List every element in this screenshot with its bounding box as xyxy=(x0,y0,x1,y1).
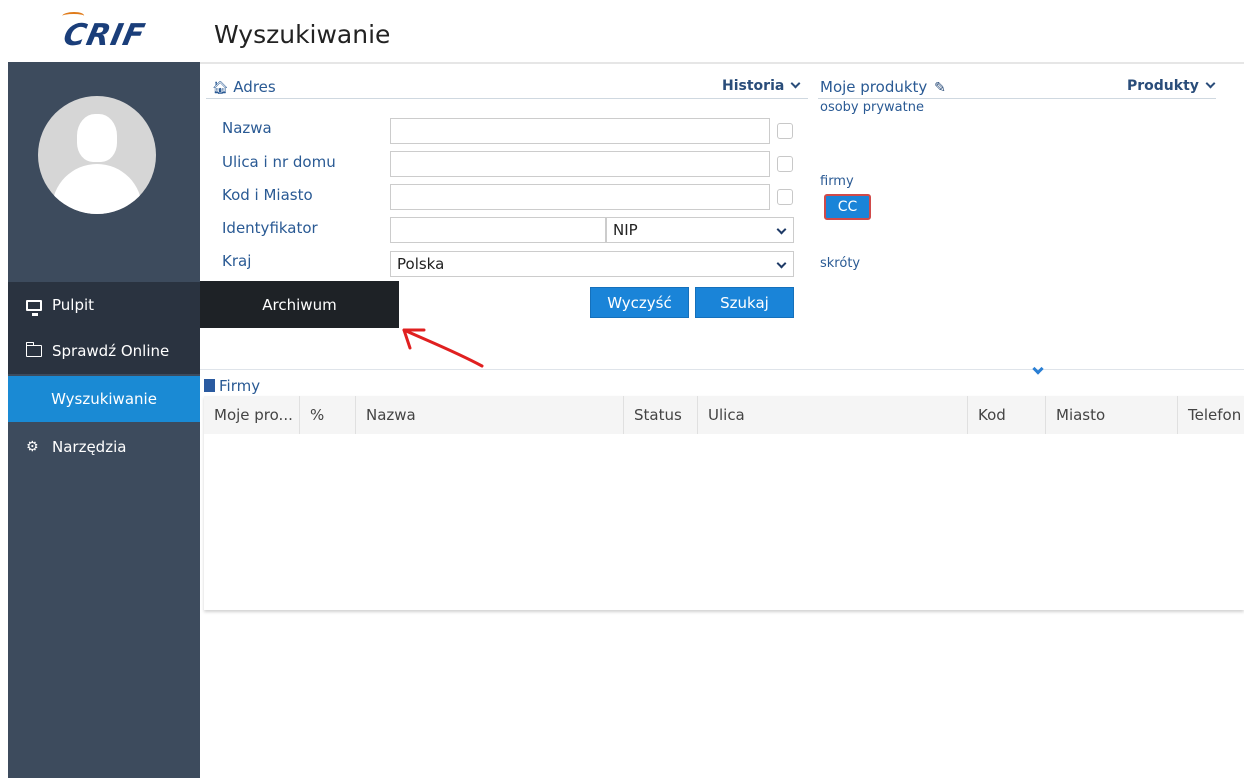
sidebar-item-sprawdz-online[interactable]: Sprawdź Online xyxy=(8,328,200,374)
column-header-telefon[interactable]: Telefon xyxy=(1178,396,1244,434)
monitor-icon xyxy=(26,299,42,316)
logo-swoosh xyxy=(60,11,85,20)
nazwa-checkbox[interactable] xyxy=(777,123,793,139)
sidebar-item-label: Pulpit xyxy=(52,296,95,314)
sidebar: Pulpit Sprawdź Online Wyszukiwanie ⚙ Nar… xyxy=(8,62,200,778)
sidebar-item-label: Sprawdź Online xyxy=(52,342,170,360)
kod-miasto-checkbox[interactable] xyxy=(777,189,793,205)
column-header-kod[interactable]: Kod xyxy=(968,396,1046,434)
header-divider xyxy=(200,62,1244,64)
building-icon xyxy=(204,379,215,392)
adres-section-title: 🏠︎ Adres xyxy=(212,78,276,98)
archiwum-menu-item[interactable]: Archiwum xyxy=(200,281,399,328)
avatar[interactable] xyxy=(38,96,156,214)
historia-label: Historia xyxy=(722,78,785,94)
crif-logo: CRIF xyxy=(59,11,149,53)
chevron-down-icon xyxy=(776,258,787,269)
field-label-identyfikator: Identyfikator xyxy=(222,219,318,237)
logo-text: CRIF xyxy=(59,17,149,53)
identyfikator-type-select[interactable]: NIP xyxy=(606,217,794,243)
historia-dropdown[interactable]: Historia xyxy=(722,78,801,94)
product-cc-button[interactable]: CC xyxy=(824,194,871,220)
avatar-body xyxy=(52,164,142,214)
home-icon: 🏠︎ xyxy=(212,81,229,96)
moje-produkty-title[interactable]: Moje produkty ✎ xyxy=(820,78,946,98)
column-header-nazwa[interactable]: Nazwa xyxy=(356,396,624,434)
identyfikator-type-value: NIP xyxy=(613,221,638,239)
field-label-kraj: Kraj xyxy=(222,252,252,270)
kraj-value: Polska xyxy=(397,255,445,273)
results-separator xyxy=(200,369,1244,370)
field-label-nazwa: Nazwa xyxy=(222,119,272,137)
page-title: Wyszukiwanie xyxy=(214,20,391,49)
sidebar-item-label: Wyszukiwanie xyxy=(51,390,157,408)
column-header-moje-produkty[interactable]: Moje pro... xyxy=(204,396,300,434)
produkty-divider xyxy=(818,98,1216,99)
results-table: Moje pro... % Nazwa Status Ulica Kod Mia… xyxy=(204,396,1244,610)
column-header-ulica[interactable]: Ulica xyxy=(698,396,968,434)
firmy-section-title: Firmy xyxy=(204,377,260,395)
ulica-checkbox[interactable] xyxy=(777,156,793,172)
nazwa-input[interactable] xyxy=(390,118,770,144)
field-label-ulica: Ulica i nr domu xyxy=(222,153,336,171)
folder-icon xyxy=(25,342,42,357)
sidebar-item-label: Narzędzia xyxy=(52,438,127,456)
search-button[interactable]: Szukaj xyxy=(695,287,794,318)
group-skroty: skróty xyxy=(820,256,861,271)
pencil-icon[interactable]: ✎ xyxy=(934,80,946,96)
avatar-head xyxy=(77,114,117,162)
sidebar-item-wyszukiwanie[interactable]: Wyszukiwanie xyxy=(8,376,200,422)
group-firmy: firmy xyxy=(820,174,854,189)
chevron-down-icon xyxy=(1205,78,1216,89)
produkty-label: Produkty xyxy=(1127,78,1199,94)
sidebar-item-pulpit[interactable]: Pulpit xyxy=(8,282,200,328)
field-label-kod-miasto: Kod i Miasto xyxy=(222,186,313,204)
chevron-down-icon xyxy=(776,224,787,235)
sidebar-item-narzedzia[interactable]: ⚙ Narzędzia xyxy=(8,424,200,470)
adres-title-text: Adres xyxy=(233,78,276,96)
moje-produkty-text: Moje produkty xyxy=(820,78,928,96)
identyfikator-input[interactable] xyxy=(390,217,606,243)
column-header-status[interactable]: Status xyxy=(624,396,698,434)
ulica-input[interactable] xyxy=(390,151,770,177)
firmy-title-text: Firmy xyxy=(219,377,261,395)
group-osoby-prywatne: osoby prywatne xyxy=(820,100,924,115)
column-header-procent[interactable]: % xyxy=(300,396,356,434)
cogs-icon: ⚙ xyxy=(26,439,39,455)
kod-miasto-input[interactable] xyxy=(390,184,770,210)
collapse-chevron-icon[interactable] xyxy=(1032,363,1044,375)
produkty-dropdown[interactable]: Produkty xyxy=(1127,78,1216,94)
kraj-select[interactable]: Polska xyxy=(390,251,794,277)
adres-divider xyxy=(206,98,808,99)
logo-area: CRIF xyxy=(8,8,200,62)
table-header-row: Moje pro... % Nazwa Status Ulica Kod Mia… xyxy=(204,396,1244,434)
annotation-arrow xyxy=(402,328,484,368)
chevron-down-icon xyxy=(790,78,801,89)
clear-button[interactable]: Wyczyść xyxy=(590,287,689,318)
column-header-miasto[interactable]: Miasto xyxy=(1046,396,1178,434)
